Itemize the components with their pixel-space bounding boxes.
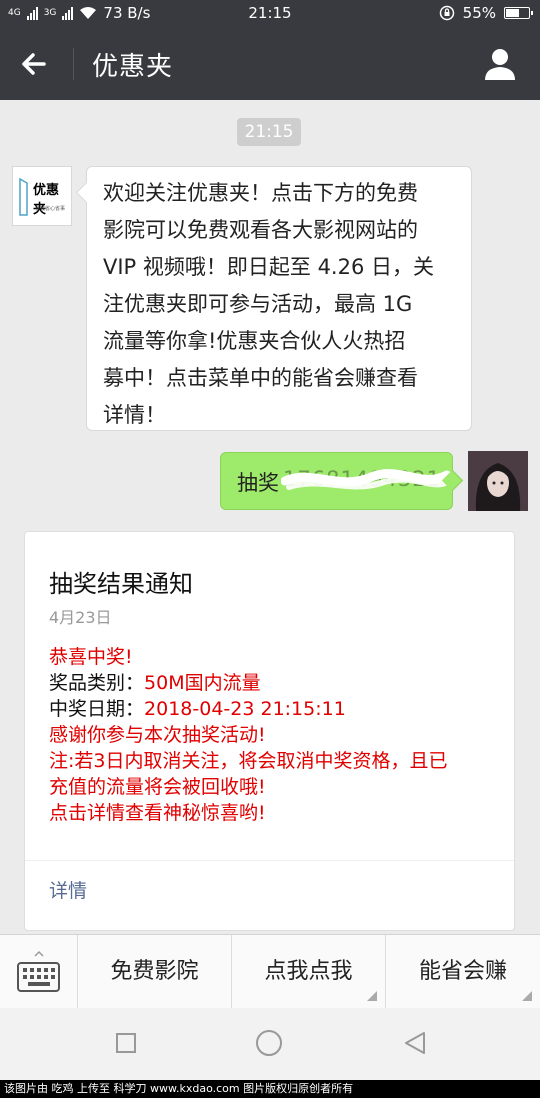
submenu-indicator-icon <box>367 991 377 1001</box>
battery-icon <box>504 7 533 19</box>
thanks-text: 感谢你参与本次抽奖活动! <box>49 724 266 746</box>
welcome-line: 欢迎关注优惠夹！点击下方的免费 <box>103 181 418 205</box>
prize-value: 50M国内流量 <box>144 672 261 694</box>
system-nav-bar <box>0 1008 540 1080</box>
logo-flag-icon <box>19 177 28 216</box>
back-arrow-icon[interactable] <box>14 44 54 84</box>
bottom-menu: 免费影院 点我点我 能省会赚 <box>0 934 540 1009</box>
card-body: 恭喜中奖! 奖品类别：50M国内流量 中奖日期：2018-04-23 21:15… <box>49 644 501 826</box>
card-date: 4月23日 <box>49 608 112 627</box>
user-avatar-image <box>468 451 528 511</box>
welcome-line: 影院可以免费观看各大影视网站的 <box>103 218 418 242</box>
recent-apps-icon[interactable] <box>116 1033 136 1053</box>
prize-row: 奖品类别：50M国内流量 <box>49 670 501 696</box>
win-date-label: 中奖日期： <box>49 698 145 720</box>
status-bar: 4G 3G 73 B/s 21:15 55% <box>0 0 540 28</box>
welcome-line: 募中！点击菜单中的能省会赚查看 <box>103 366 418 390</box>
battery-percent: 55% <box>462 4 496 22</box>
welcome-line: 详情！ <box>103 403 166 427</box>
welcome-line: 注优惠夹即可参与活动，最高 1G <box>103 292 413 316</box>
notice-line: 注:若3日内取消关注，将会取消中奖资格，且已 <box>49 750 448 772</box>
redaction-scribble <box>281 469 451 490</box>
back-triangle-icon[interactable] <box>402 1030 428 1056</box>
submenu-indicator-icon <box>522 991 532 1001</box>
welcome-line: VIP 视频哦！即日起至 4.26 日，关 <box>103 255 435 279</box>
keyboard-toggle-button[interactable] <box>0 935 78 1009</box>
title-bar: 优惠夹 <box>0 28 540 100</box>
keyboard-icon <box>17 950 60 992</box>
official-account-avatar[interactable]: 优惠夹 省钱省心省事 <box>12 166 72 226</box>
user-avatar[interactable] <box>468 451 528 511</box>
win-date-value: 2018-04-23 21:15:11 <box>144 698 346 720</box>
welcome-line: 流量等你拿!优惠夹合伙人火热招 <box>103 329 406 353</box>
notice-line: 充值的流量将会被回收哦! <box>49 776 266 798</box>
watermark-footer: 该图片由 吃鸡 上传至 科学刀 www.kxdao.com 图片版权归原创者所有 <box>0 1080 540 1098</box>
menu-label: 能省会赚 <box>418 959 507 984</box>
menu-label: 免费影院 <box>110 959 199 984</box>
page-title: 优惠夹 <box>92 52 174 82</box>
details-link[interactable]: 详情 <box>49 876 87 903</box>
time-divider: 21:15 <box>237 118 301 146</box>
menu-click-me[interactable]: 点我点我 <box>232 935 386 1009</box>
home-icon[interactable] <box>256 1030 282 1056</box>
welcome-message-bubble: 欢迎关注优惠夹！点击下方的免费 影院可以免费观看各大影视网站的 VIP 视频哦！… <box>86 166 472 431</box>
lottery-result-card[interactable]: 抽奖结果通知 4月23日 恭喜中奖! 奖品类别：50M国内流量 中奖日期：201… <box>24 531 515 931</box>
cta-text: 点击详情查看神秘惊喜哟! <box>49 802 266 824</box>
logo-subtext: 省钱省心省事 <box>35 206 66 212</box>
menu-label: 点我点我 <box>264 959 353 984</box>
win-date-row: 中奖日期：2018-04-23 21:15:11 <box>49 696 501 722</box>
user-message-prefix: 抽奖 <box>237 471 279 495</box>
user-message-bubble: 抽奖 17681494321 <box>220 452 453 510</box>
card-title: 抽奖结果通知 <box>49 570 193 598</box>
profile-person-icon[interactable] <box>480 44 520 84</box>
rotation-lock-icon <box>439 5 454 21</box>
menu-save-earn[interactable]: 能省会赚 <box>386 935 540 1009</box>
congrats-text: 恭喜中奖! <box>49 646 133 668</box>
header-divider <box>73 48 74 80</box>
card-separator <box>25 860 514 861</box>
menu-free-cinema[interactable]: 免费影院 <box>78 935 232 1009</box>
prize-label: 奖品类别： <box>49 672 145 694</box>
